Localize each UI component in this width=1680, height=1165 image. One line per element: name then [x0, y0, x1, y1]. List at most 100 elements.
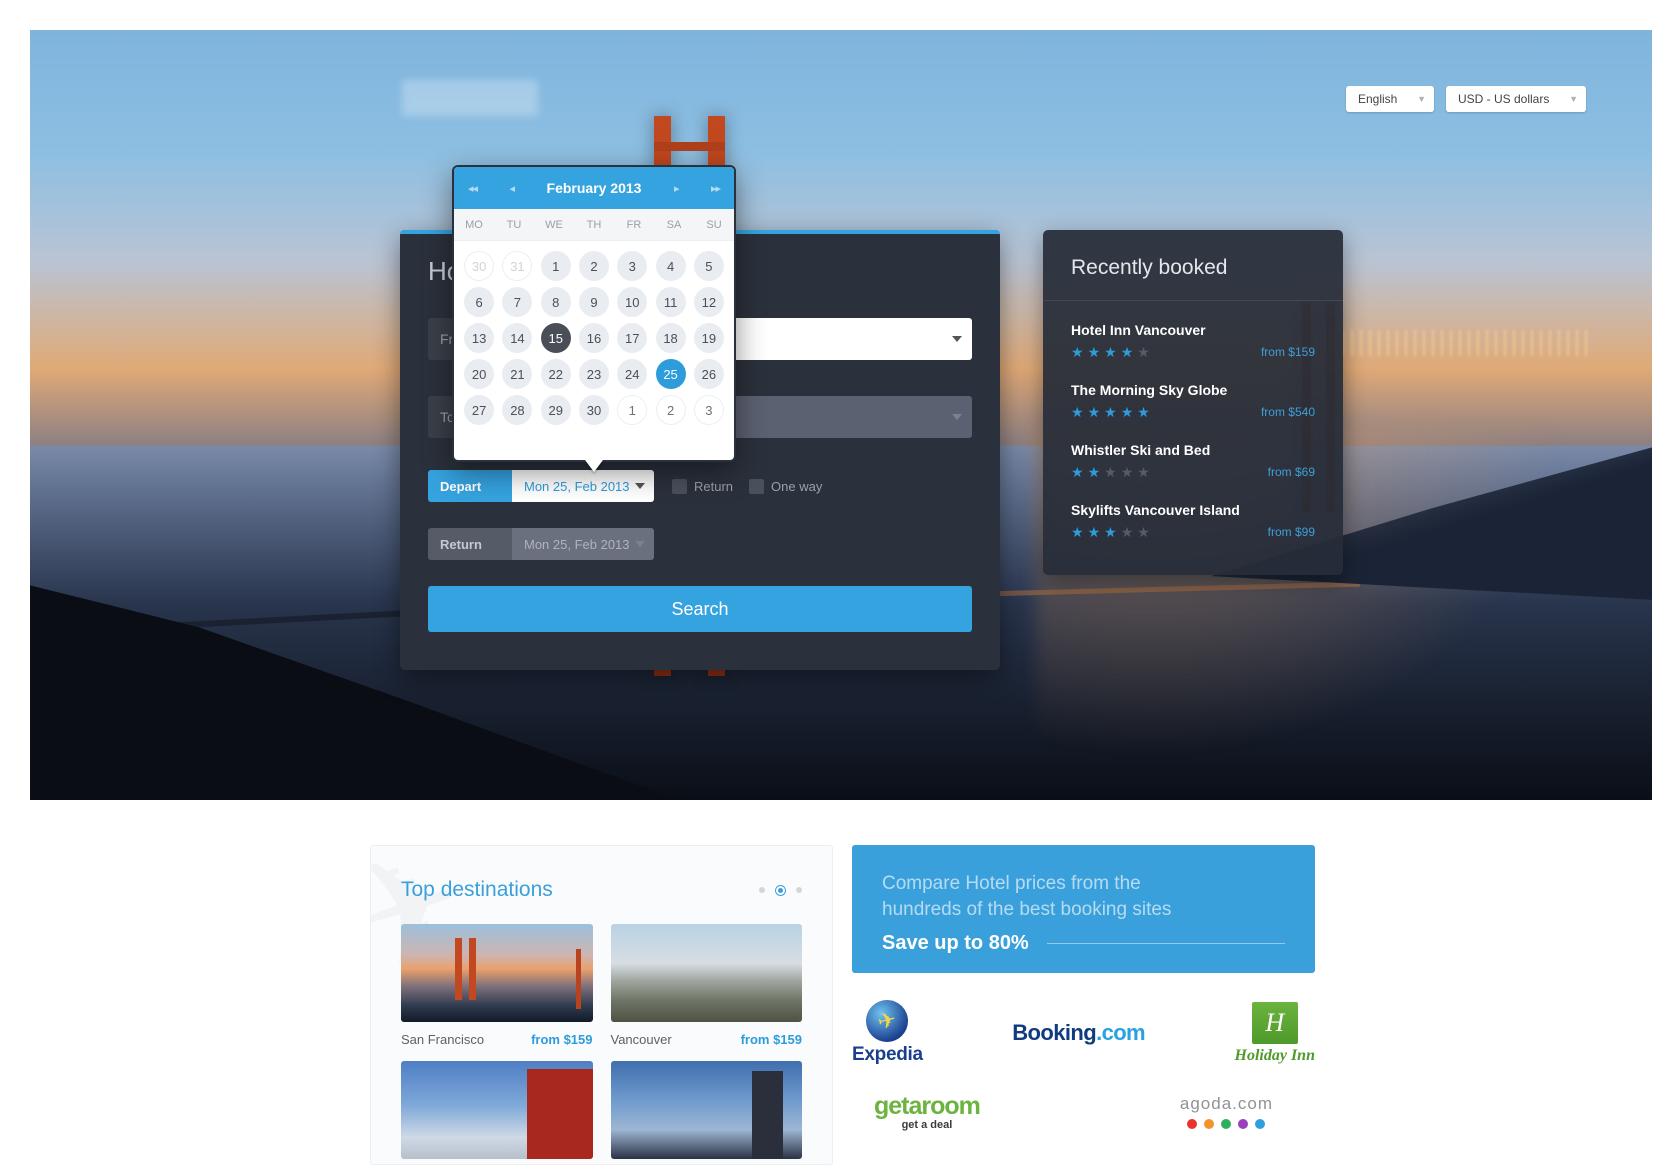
recently-booked-item[interactable]: Hotel Inn Vancouver ★★★★★ from $159 [1071, 309, 1315, 369]
calendar-day-31[interactable]: 31 [502, 251, 533, 281]
calendar-day-6[interactable]: 6 [464, 287, 495, 317]
option-return-label: Return [694, 478, 734, 494]
language-select[interactable]: English ▼ [1346, 86, 1434, 112]
calendar-day-26[interactable]: 26 [693, 359, 724, 389]
calendar-day-3[interactable]: 3 [693, 395, 724, 425]
hotel-name: Whistler Ski and Bed [1071, 442, 1211, 458]
calendar-day-1[interactable]: 1 [617, 395, 648, 425]
calendar-day-8[interactable]: 8 [540, 287, 571, 317]
destination-card[interactable] [610, 1061, 802, 1159]
promo-line-1: Compare Hotel prices from the [882, 873, 1141, 894]
star-rating-icon: ★★★★★ [1071, 404, 1154, 420]
partner-logo-expedia[interactable]: Expedia [852, 1000, 923, 1066]
option-one-way[interactable]: One way [749, 478, 822, 494]
calendar-day-11[interactable]: 11 [655, 287, 686, 317]
calendar-first-year-button[interactable]: ◂◂ [468, 182, 478, 195]
calendar-day-2[interactable]: 2 [578, 251, 609, 281]
calendar-day-3[interactable]: 3 [617, 251, 648, 281]
agoda-dots-icon [1187, 1119, 1266, 1129]
search-button[interactable]: Search [428, 586, 972, 632]
destination-image-mount-fuji-pagoda [401, 1061, 593, 1159]
carousel-dot-2[interactable] [776, 885, 785, 895]
calendar-day-10[interactable]: 10 [617, 287, 648, 317]
calendar-day-21[interactable]: 21 [502, 359, 533, 389]
destination-card[interactable]: Vancouver from $159 [610, 924, 803, 1047]
destination-meta: Vancouver from $159 [611, 1022, 803, 1047]
agoda-dot-2 [1204, 1119, 1215, 1129]
calendar-day-7[interactable]: 7 [502, 287, 533, 317]
calendar-day-19[interactable]: 19 [693, 323, 724, 353]
currency-select[interactable]: USD - US dollars ▼ [1446, 86, 1586, 112]
calendar-day-23[interactable]: 23 [578, 359, 609, 389]
partner-logo-getaroom[interactable]: getaroom get a deal [874, 1092, 981, 1131]
site-logo[interactable] [402, 80, 538, 116]
calendar-day-29[interactable]: 29 [540, 395, 571, 425]
partner-row-1: Expedia Booking.com H Holiday Inn [852, 1000, 1315, 1066]
partner-logo-booking[interactable]: Booking.com [1012, 1020, 1145, 1046]
promo-highlight: Save up to 80% [882, 932, 1029, 955]
bridge-crossbeam-top [654, 142, 725, 151]
recently-booked-item[interactable]: Skylifts Vancouver Island ★★★★★ from $99 [1071, 489, 1315, 549]
destination-card[interactable]: San Francisco from $159 [401, 924, 593, 1047]
calendar-day-17[interactable]: 17 [617, 323, 648, 353]
agoda-dot-1 [1187, 1119, 1198, 1129]
partner-logo-holiday-inn[interactable]: H Holiday Inn [1234, 1001, 1315, 1065]
depart-row: Depart Mon 25, Feb 2013 Return One way [428, 470, 830, 502]
calendar-weekday-mo: MO [465, 218, 483, 231]
calendar-day-4[interactable]: 4 [655, 251, 686, 281]
rooms-select[interactable] [722, 396, 972, 438]
hotel-price: from $99 [1267, 525, 1315, 539]
calendar-day-20[interactable]: 20 [464, 359, 495, 389]
calendar-next-month-button[interactable]: ▸ [674, 182, 679, 195]
destination-card[interactable] [401, 1061, 593, 1159]
chevron-down-icon [952, 414, 962, 420]
holiday-inn-label: Holiday Inn [1234, 1046, 1315, 1064]
hero-top-controls: English ▼ USD - US dollars ▼ [1346, 86, 1586, 112]
agoda-dot-3 [1221, 1119, 1232, 1129]
trip-type-options: Return One way [672, 478, 830, 494]
partner-logo-agoda[interactable]: agoda.com [1180, 1094, 1273, 1129]
calendar-day-24[interactable]: 24 [617, 359, 648, 389]
return-row: Return Mon 25, Feb 2013 [428, 528, 654, 560]
chevron-down-icon [635, 541, 645, 547]
hotel-name: The Morning Sky Globe [1071, 382, 1228, 398]
promo-divider [1046, 943, 1285, 945]
calendar-day-25-selected[interactable]: 25 [655, 359, 686, 389]
checkbox-icon[interactable] [749, 478, 765, 494]
calendar-day-16[interactable]: 16 [578, 323, 609, 353]
calendar-day-28[interactable]: 28 [502, 395, 533, 425]
calendar-day-18[interactable]: 18 [655, 323, 686, 353]
expedia-plane-icon [866, 1000, 909, 1042]
promo-banner: Compare Hotel prices from the hundreds o… [852, 845, 1315, 973]
calendar-last-year-button[interactable]: ▸▸ [711, 182, 721, 195]
booking-label: Booking.com [1012, 1020, 1145, 1046]
calendar-day-13[interactable]: 13 [464, 323, 495, 353]
calendar-day-5[interactable]: 5 [693, 251, 724, 281]
calendar-day-15-today[interactable]: 15 [540, 323, 571, 353]
calendar-day-1[interactable]: 1 [540, 251, 571, 281]
calendar-day-14[interactable]: 14 [502, 323, 533, 353]
carousel-dot-1[interactable] [759, 887, 765, 893]
calendar-title: February 2013 [546, 180, 642, 196]
calendar-day-30[interactable]: 30 [464, 251, 495, 281]
depart-date-input[interactable]: Mon 25, Feb 2013 [512, 470, 654, 502]
calendar-prev-month-button[interactable]: ◂ [510, 182, 515, 195]
recently-booked-item[interactable]: Whistler Ski and Bed ★★★★★ from $69 [1071, 429, 1315, 489]
checkbox-icon[interactable] [672, 478, 687, 494]
calendar-day-9[interactable]: 9 [578, 287, 609, 317]
calendar-day-2[interactable]: 2 [655, 395, 686, 425]
calendar-day-22[interactable]: 22 [540, 359, 571, 389]
chevron-down-icon [952, 336, 962, 342]
recently-booked-item[interactable]: The Morning Sky Globe ★★★★★ from $540 [1071, 369, 1315, 429]
top-destinations-title: Top destinations [401, 878, 553, 901]
destination-price: from $159 [740, 1032, 802, 1047]
carousel-dot-3[interactable] [796, 887, 802, 893]
promo-highlight-row: Save up to 80% [882, 932, 1285, 955]
calendar-day-30[interactable]: 30 [578, 395, 609, 425]
option-return[interactable]: Return [672, 478, 734, 494]
calendar-day-12[interactable]: 12 [693, 287, 724, 317]
calendar-day-27[interactable]: 27 [464, 395, 495, 425]
calendar-weekday-tu: TU [506, 218, 522, 231]
return-date-input[interactable]: Mon 25, Feb 2013 [512, 528, 654, 560]
destination-select[interactable] [722, 318, 972, 360]
